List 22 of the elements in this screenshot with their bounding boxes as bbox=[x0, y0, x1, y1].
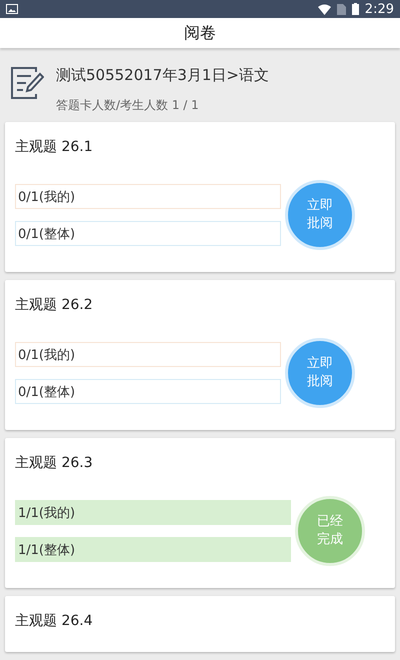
review-button[interactable]: 立即批阅 bbox=[285, 338, 355, 408]
count-text: 答题卡人数/考生人数 1 / 1 bbox=[56, 97, 200, 114]
edit-document-icon bbox=[10, 66, 44, 100]
my-progress: 1/1(我的) bbox=[15, 500, 291, 525]
clock-time: 2:29 bbox=[364, 2, 394, 16]
exam-title: 测试50552017年3月1日>语文 bbox=[56, 66, 270, 85]
question-title: 主观题 26.2 bbox=[15, 296, 94, 314]
question-title: 主观题 26.4 bbox=[15, 612, 94, 630]
overall-progress: 1/1(整体) bbox=[15, 537, 291, 562]
my-progress: 0/1(我的) bbox=[15, 342, 281, 367]
overall-progress: 0/1(整体) bbox=[15, 379, 281, 404]
question-title: 主观题 26.1 bbox=[15, 138, 94, 156]
my-progress: 0/1(我的) bbox=[15, 184, 281, 209]
image-icon bbox=[6, 4, 18, 14]
wifi-icon bbox=[318, 4, 331, 14]
review-button[interactable]: 立即批阅 bbox=[285, 180, 355, 250]
question-title: 主观题 26.3 bbox=[15, 454, 94, 472]
overall-progress: 0/1(整体) bbox=[15, 221, 281, 246]
page-title: 阅卷 bbox=[184, 22, 216, 44]
completed-button[interactable]: 已经完成 bbox=[295, 496, 365, 566]
battery-icon bbox=[352, 3, 359, 15]
no-sim-icon bbox=[336, 4, 346, 14]
